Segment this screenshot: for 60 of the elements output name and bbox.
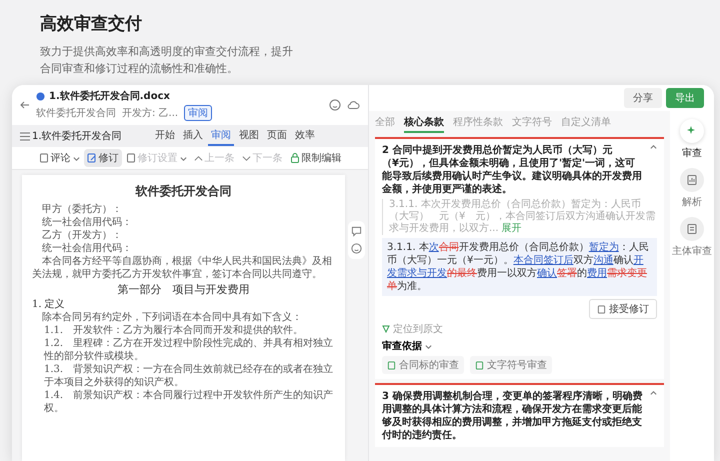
expand-link[interactable]: 展开 — [502, 223, 522, 234]
document-text: 乙方（开发方）： — [41, 229, 123, 242]
revised-clause: 3.1.1. 本次合同开发费用总价（合同总价款）暂定为：人民币（大写）一元（¥一元）。本合同签订后双方沟通确认开发需求与开发的最终费用一以双方确认签署的费用需求变更单为准。 — [382, 238, 657, 296]
collapse-caret-icon[interactable] — [650, 390, 657, 397]
caret-icon — [180, 154, 186, 162]
basis-tag[interactable]: 文字符号审查 — [470, 356, 552, 374]
smiley-icon[interactable] — [329, 99, 341, 111]
hero-title: 高效审查交付 — [40, 13, 143, 35]
document-text: 统一社会信用代码： — [41, 216, 133, 229]
lock-icon — [290, 153, 300, 163]
basis-dropdown[interactable]: 审查依据 — [382, 339, 432, 353]
share-button[interactable]: 分享 — [624, 88, 662, 108]
basis-tag[interactable]: 合同标的审查 — [382, 356, 464, 374]
cloud-icon[interactable] — [347, 99, 360, 111]
issue-title: 3 确保费用调整机制合理，变更单的签署程序清晰，明确费用调整的具体计算方法和流程，确保开发方在需求变更后能够及时获得相应的费用调整，并增加甲方拖延支付或拒绝支付时的违约责任。 — [382, 390, 644, 442]
locate-link[interactable]: 定位到原文 — [382, 322, 443, 336]
ribbon-tab[interactable]: 插入 — [180, 126, 206, 146]
toolbar-button[interactable]: 评论 — [36, 149, 82, 167]
document-text: 除本合同另有约定外，下列词语在本合同中具有如下含义： — [41, 311, 303, 324]
rail-button[interactable]: 主体审查 — [672, 217, 712, 258]
back-arrow-icon[interactable] — [20, 100, 30, 110]
panel-tab[interactable]: 文字符号 — [512, 113, 552, 133]
toolbar-button[interactable]: 限制编辑 — [286, 149, 344, 167]
panel-tab[interactable]: 自定义清单 — [561, 113, 611, 133]
document-text: 1.1. 开发软件：乙方为履行本合同而开发和提供的软件。 — [43, 324, 304, 337]
edit-icon — [86, 153, 96, 163]
document-title: 1.软件委托开发合同 — [32, 130, 122, 143]
accept-button[interactable]: 接受修订 — [589, 299, 657, 319]
panel-tab[interactable]: 核心条款 — [404, 113, 444, 133]
hero-description: 致力于提供高效率和高透明度的审查交付流程，提升合同审查和修订过程的流畅性和准确性。 — [40, 44, 294, 77]
caret-icon — [425, 342, 432, 350]
comment-icon[interactable] — [351, 226, 362, 237]
file-name: 1.软件委托开发合同.docx — [49, 89, 170, 103]
document-text: 第一部分 项目与开发费用 — [116, 283, 250, 296]
document-heading: 软件委托开发合同 — [134, 183, 232, 200]
export-button[interactable]: 导出 — [666, 88, 704, 108]
document-text: 甲方（委托方）： — [41, 203, 123, 216]
party-label: 开发方: 乙... — [122, 106, 178, 120]
ribbon-tab[interactable]: 效率 — [292, 126, 318, 146]
document-text: 本合同各方经平等自愿协商，根据《中华人民共和国民法典》及相关法规，就甲方委托乙方开发软件事宜，签订本合同以共同遵守。 — [32, 255, 333, 281]
caret-icon — [72, 154, 80, 162]
chart-document-icon — [686, 174, 698, 186]
document-subtitle: 软件委托开发合同 — [36, 106, 116, 120]
ribbon-tab[interactable]: 开始 — [152, 126, 178, 146]
collapse-caret-icon[interactable] — [650, 144, 657, 151]
menu-icon[interactable] — [20, 132, 30, 140]
ribbon-tab[interactable]: 页面 — [264, 126, 290, 146]
panel-tab[interactable]: 全部 — [375, 113, 395, 133]
status-badge: 审阅 — [184, 105, 212, 121]
issue-title: 2 合同中提到开发费用总价暂定为人民币（大写）元（¥元），但具体金额未明确，且使用了'暂定'一词，这可能导致后续费用确认时产生争议。建议明确具体的开发费用金额，并使用更严谨的表述。 — [382, 144, 643, 196]
smiley-icon[interactable] — [351, 243, 362, 254]
panel-tab[interactable]: 程序性条款 — [453, 113, 503, 133]
ribbon-tab[interactable]: 视图 — [236, 126, 262, 146]
document-text: 1.4. 前景知识产权：本合同履行过程中开发软件所产生的知识产权。 — [43, 389, 334, 415]
original-clause: 3.1.1. 本次开发费用总价（合同总价款）暂定为：人民币（大写） 元（¥ 元），本合同签订后双方沟通确认开发需求与开发费用，以双方... 展开 — [382, 199, 657, 235]
document-text: 1.3. 背景知识产权：一方在合同生效前就已经存在的或者在独立于本项目之外获得的知识产权。 — [43, 363, 334, 389]
document-text: 1.2. 里程碑：乙方在开发过程中阶段性完成的、并具有相对独立性的部分软件或模块。 — [42, 337, 334, 363]
document-text: 统一社会信用代码： — [41, 242, 133, 255]
document-text: 1. 定义 — [32, 298, 66, 311]
toolbar-button[interactable]: 修订 — [84, 149, 122, 167]
